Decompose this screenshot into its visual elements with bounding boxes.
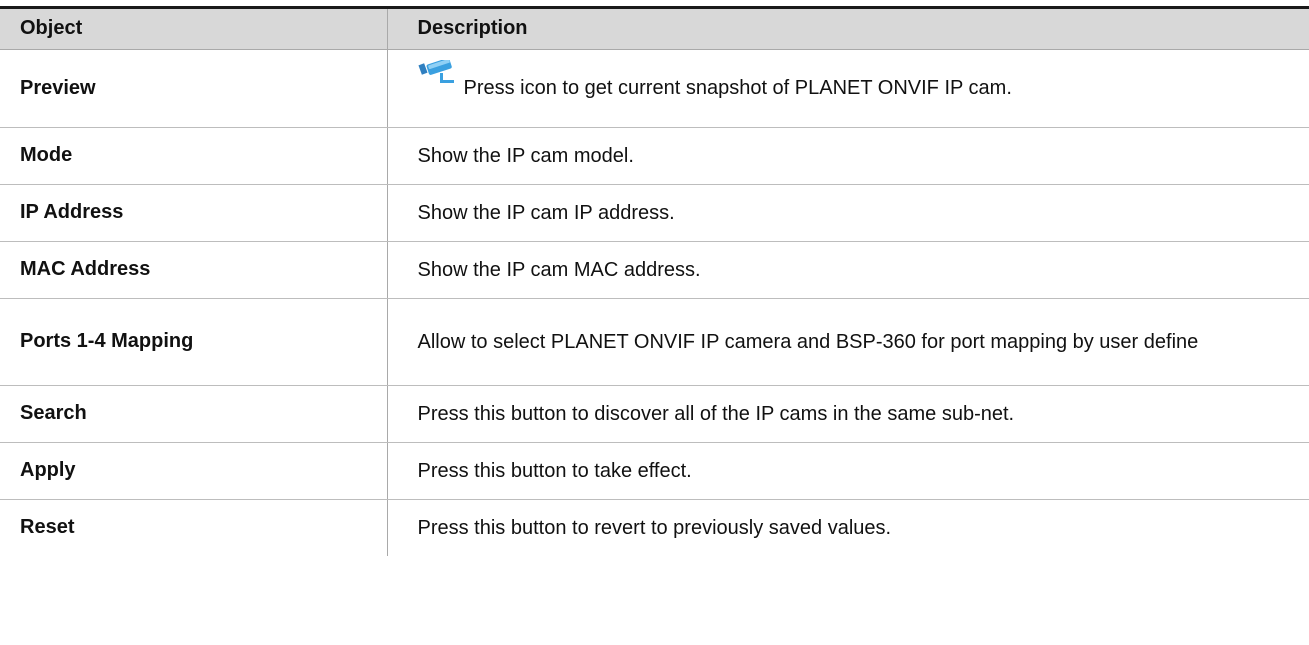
table-row: Mode Show the IP cam model.	[0, 127, 1309, 185]
table-header-row: Object Description	[0, 9, 1309, 50]
row-description: Allow to select PLANET ONVIF IP camera a…	[386, 298, 1309, 386]
table-row: Reset Press this button to revert to pre…	[0, 499, 1309, 556]
table-row: Search Press this button to discover all…	[0, 385, 1309, 443]
object-description-table-wrapper: Object Description Preview Press icon to…	[0, 6, 1309, 556]
header-object: Object	[0, 9, 387, 50]
row-object-name: MAC Address	[0, 241, 387, 299]
row-object-name: Search	[0, 385, 387, 443]
table-row: Preview Press icon to get current snapsh…	[0, 49, 1309, 128]
row-description: Show the IP cam MAC address.	[386, 241, 1309, 299]
row-object-name: Preview	[0, 49, 387, 128]
table-row: Apply Press this button to take effect.	[0, 442, 1309, 500]
object-description-table: Object Description Preview Press icon to…	[0, 9, 1309, 556]
row-object-name: IP Address	[0, 184, 387, 242]
table-row: MAC Address Show the IP cam MAC address.	[0, 241, 1309, 299]
camera-icon[interactable]	[417, 58, 458, 84]
row-description: Press this button to take effect.	[386, 442, 1309, 500]
header-description: Description	[386, 9, 1309, 50]
row-object-name: Mode	[0, 127, 387, 185]
row-description: Show the IP cam IP address.	[386, 184, 1309, 242]
table-row: IP Address Show the IP cam IP address.	[0, 184, 1309, 242]
row-description: Press this button to revert to previousl…	[386, 499, 1309, 556]
row-object-name: Reset	[20, 516, 75, 539]
row-description: Press icon to get current snapshot of PL…	[386, 49, 1309, 128]
row-description: Press this button to discover all of the…	[386, 385, 1309, 443]
row-object-name: Ports 1-4 Mapping	[0, 298, 387, 386]
row-object-name: Apply	[0, 442, 387, 500]
row-description-text: Press icon to get current snapshot of PL…	[463, 77, 1012, 99]
row-description: Show the IP cam model.	[386, 127, 1309, 185]
table-row: Ports 1-4 Mapping Allow to select PLANET…	[0, 298, 1309, 386]
